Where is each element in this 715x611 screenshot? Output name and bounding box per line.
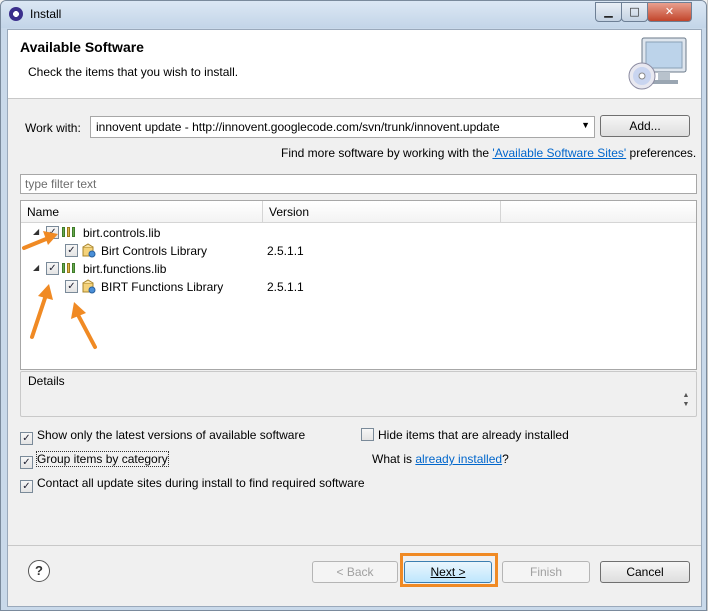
finish-button[interactable]: Finish xyxy=(502,561,590,583)
checkbox[interactable]: ✓ xyxy=(65,244,78,257)
tree-row-version: 2.5.1.1 xyxy=(267,244,304,258)
category-icon xyxy=(62,227,76,237)
expand-triangle-icon[interactable]: ◢ xyxy=(33,263,39,272)
cancel-button[interactable]: Cancel xyxy=(600,561,690,583)
work-with-value: innovent update - http://innovent.google… xyxy=(96,120,500,134)
column-header-name[interactable]: Name xyxy=(21,201,263,223)
filter-placeholder: type filter text xyxy=(25,177,97,191)
title-bar: Install ▁ □ ✕ xyxy=(1,1,706,28)
details-label: Details xyxy=(28,374,65,388)
next-highlight-box xyxy=(400,553,498,587)
add-button-label: Add... xyxy=(629,119,661,133)
contact-sites-checkbox[interactable]: ✓ Contact all update sites during install… xyxy=(20,476,365,493)
background-window-edge xyxy=(707,0,715,611)
page-description: Check the items that you wish to install… xyxy=(28,65,239,79)
dialog-client: Available Software Check the items that … xyxy=(7,29,702,607)
annotation-arrow-icon xyxy=(30,284,53,339)
what-is-suffix: ? xyxy=(502,452,509,466)
window-title: Install xyxy=(30,7,62,21)
add-button[interactable]: Add... xyxy=(600,115,690,137)
install-banner-icon xyxy=(628,37,687,90)
annotation-arrow-icon xyxy=(22,231,58,250)
contact-sites-label: Contact all update sites during install … xyxy=(37,476,365,490)
checkbox[interactable]: ✓ xyxy=(46,262,59,275)
checkbox[interactable]: ✓ xyxy=(65,280,78,293)
checkbox[interactable]: ✓ xyxy=(20,456,33,469)
help-icon[interactable]: ? xyxy=(28,560,50,582)
tree-row[interactable]: ✓ Birt Controls Library 2.5.1.1 xyxy=(21,242,696,260)
wizard-header: Available Software Check the items that … xyxy=(8,30,701,99)
details-text-area[interactable] xyxy=(22,387,693,413)
details-scroll-icon[interactable]: ▲ ▼ xyxy=(680,391,692,409)
what-is-prefix: What is xyxy=(372,452,416,466)
already-installed-link[interactable]: already installed xyxy=(415,452,502,466)
minimize-button[interactable]: ▁ xyxy=(595,2,622,22)
checkbox[interactable]: ✓ xyxy=(20,480,33,493)
category-icon xyxy=(62,263,76,273)
what-is-installed-text: What is already installed? xyxy=(372,452,509,466)
show-latest-checkbox[interactable]: ✓ Show only the latest versions of availa… xyxy=(20,428,305,445)
eclipse-icon xyxy=(9,7,23,21)
hide-installed-label: Hide items that are already installed xyxy=(378,428,569,442)
find-more-text: Find more software by working with the '… xyxy=(281,146,696,160)
filter-input[interactable]: type filter text xyxy=(20,174,697,194)
tree-row-name: BIRT Functions Library xyxy=(101,280,224,294)
column-header-blank xyxy=(501,201,696,223)
plugin-package-icon xyxy=(82,279,96,294)
maximize-button[interactable]: □ xyxy=(621,2,648,22)
chevron-down-icon[interactable]: ▼ xyxy=(581,120,590,130)
available-sites-link[interactable]: 'Available Software Sites' xyxy=(492,146,626,160)
group-by-category-label: Group items by category xyxy=(36,451,169,467)
work-with-label: Work with: xyxy=(25,121,81,135)
tree-row-name: birt.controls.lib xyxy=(83,226,161,240)
show-latest-label: Show only the latest versions of availab… xyxy=(37,428,306,442)
back-button[interactable]: < Back xyxy=(312,561,398,583)
plugin-package-icon xyxy=(82,243,96,258)
footer-separator xyxy=(8,545,701,546)
checkbox[interactable] xyxy=(361,428,374,441)
tree-row-version: 2.5.1.1 xyxy=(267,280,304,294)
checkbox[interactable]: ✓ xyxy=(20,432,33,445)
software-tree[interactable]: Name Version ◢ ✓ birt.controls.lib ✓ Bir… xyxy=(20,200,697,370)
find-more-suffix: preferences. xyxy=(626,146,697,160)
install-window: Install ▁ □ ✕ Available Software Check t… xyxy=(0,0,707,611)
tree-row[interactable]: ✓ BIRT Functions Library 2.5.1.1 xyxy=(21,278,696,296)
group-by-category-checkbox[interactable]: ✓ Group items by category xyxy=(20,451,169,469)
find-more-prefix: Find more software by working with the xyxy=(281,146,493,160)
work-with-combo[interactable]: innovent update - http://innovent.google… xyxy=(90,116,595,138)
column-header-version[interactable]: Version xyxy=(263,201,501,223)
hide-installed-checkbox[interactable]: Hide items that are already installed xyxy=(361,428,569,442)
close-button[interactable]: ✕ xyxy=(647,2,692,22)
tree-row-name: birt.functions.lib xyxy=(83,262,167,276)
tree-row[interactable]: ◢ ✓ birt.controls.lib xyxy=(21,224,696,242)
page-title: Available Software xyxy=(20,39,144,55)
annotation-arrow-icon xyxy=(71,302,97,349)
tree-row[interactable]: ◢ ✓ birt.functions.lib xyxy=(21,260,696,278)
tree-row-name: Birt Controls Library xyxy=(101,244,208,258)
